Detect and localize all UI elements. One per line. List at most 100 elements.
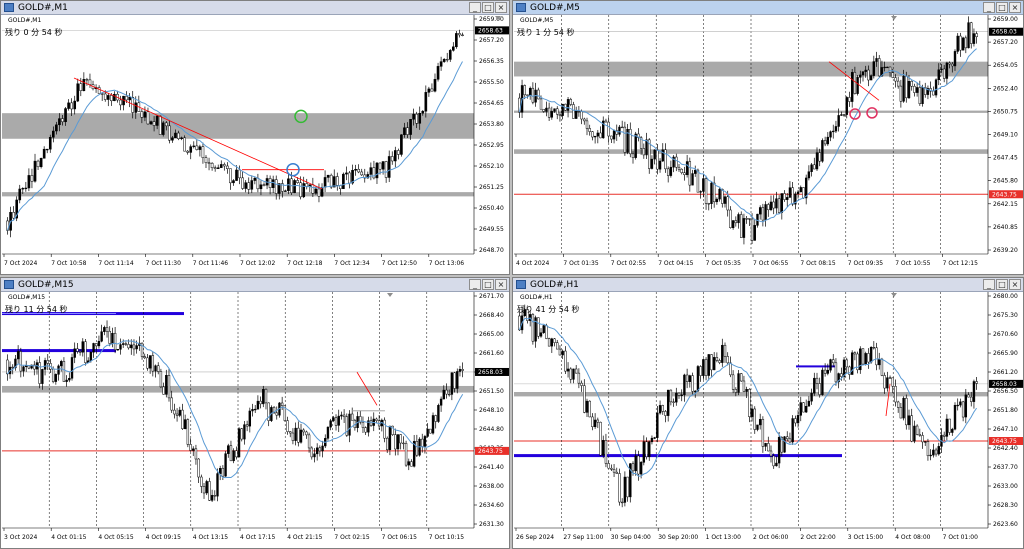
- window-titlebar[interactable]: GOLD#,M5 _ □ ×: [513, 1, 1023, 15]
- symbol-label: GOLD#,M15: [8, 294, 46, 301]
- candlestick: [672, 398, 675, 407]
- candle-body: [274, 179, 278, 194]
- time-axis-label: 7 Oct 11:46: [193, 260, 228, 267]
- window-title: GOLD#,M1: [18, 3, 68, 13]
- chart-shift-icon[interactable]: [495, 16, 501, 20]
- price-axis-label: 2650.75: [993, 108, 1018, 115]
- price-axis-label: 2657.20: [993, 39, 1018, 46]
- candlestick: [393, 146, 397, 168]
- restore-button[interactable]: □: [996, 2, 1008, 13]
- window-titlebar[interactable]: GOLD#,H1 _ □ ×: [513, 278, 1023, 292]
- candlestick: [531, 313, 535, 345]
- candlestick: [369, 416, 373, 427]
- candlestick: [702, 358, 705, 380]
- price-chart-svg[interactable]: 2659.002657.202656.352655.502654.652653.…: [2, 15, 510, 274]
- minimize-button[interactable]: _: [469, 2, 481, 13]
- candlestick: [291, 428, 295, 445]
- candle-body: [556, 342, 559, 350]
- candlestick: [70, 353, 74, 381]
- window-titlebar[interactable]: GOLD#,M15 _ □ ×: [1, 278, 509, 292]
- price-chart-svg[interactable]: 2680.00 2675.30 2670.60 2665.90 2661.20 2656.…: [514, 292, 1024, 548]
- candlestick: [119, 338, 122, 355]
- candlestick: [574, 365, 578, 374]
- candle-body: [742, 218, 746, 238]
- chart-window-m1[interactable]: GOLD#,M1 _ □ × 2659.00 2657.20 2656.35 2655…: [0, 0, 510, 275]
- close-button[interactable]: ×: [1009, 279, 1021, 290]
- candlestick: [201, 142, 205, 164]
- chart-shift-icon[interactable]: [387, 293, 393, 297]
- chart-plot-area[interactable]: 2680.00 2675.30 2670.60 2665.90 2661.20 2656.…: [514, 292, 1024, 548]
- candle-body: [869, 75, 873, 81]
- restore-button[interactable]: □: [482, 2, 494, 13]
- window-title: GOLD#,M15: [18, 280, 74, 290]
- candle-body: [799, 187, 802, 193]
- price-chart-svg[interactable]: 2671.702668.402665.002661.602654.902651.…: [2, 292, 510, 548]
- window-titlebar[interactable]: GOLD#,M1 _ □ ×: [1, 1, 509, 15]
- chart-window-m15[interactable]: GOLD#,M15 _ □ × 2671.70 2668.40 2665.00 266…: [0, 277, 510, 549]
- candle-body: [329, 174, 333, 188]
- chart-shift-icon[interactable]: [891, 293, 897, 297]
- candle-body: [777, 437, 781, 464]
- candle-body: [637, 455, 640, 475]
- minimize-button[interactable]: _: [983, 279, 995, 290]
- candlestick: [178, 406, 181, 418]
- restore-button[interactable]: □: [482, 279, 494, 290]
- chart-plot-area[interactable]: 2659.00 2657.20 2656.35 2655.50 2654.65 2653.…: [2, 15, 510, 274]
- candle-body: [381, 161, 385, 170]
- candlestick: [799, 185, 802, 193]
- candlestick: [267, 402, 270, 427]
- chart-window-h1[interactable]: GOLD#,H1 _ □ × 2680.00 2675.30 2670.60 2665…: [512, 277, 1024, 549]
- chart-shift-icon[interactable]: [891, 16, 897, 20]
- chart-window-m5[interactable]: GOLD#,M5 _ □ × 2659.00 2657.20 2654.05 2652…: [512, 0, 1024, 275]
- candle-body: [409, 119, 412, 135]
- close-button[interactable]: ×: [495, 2, 507, 13]
- time-axis-label: 7 Oct 12:50: [382, 260, 417, 267]
- candle-body: [669, 389, 673, 403]
- chart-plot-area[interactable]: 2659.00 2657.20 2654.05 2652.40 2650.75 2649.…: [514, 15, 1024, 274]
- candlestick: [195, 139, 199, 151]
- minimize-button[interactable]: _: [469, 279, 481, 290]
- candle-body: [631, 153, 635, 158]
- candlestick: [769, 195, 773, 212]
- candle-body: [918, 434, 922, 436]
- candlestick: [106, 93, 110, 107]
- candle-body: [134, 102, 138, 113]
- restore-button[interactable]: □: [996, 279, 1008, 290]
- candlestick: [658, 158, 662, 173]
- candlestick: [704, 175, 708, 210]
- candlestick: [823, 363, 827, 377]
- candle-body: [850, 72, 854, 102]
- candlestick: [926, 85, 930, 100]
- candlestick: [445, 52, 449, 63]
- candle-body: [818, 383, 821, 395]
- minimize-button[interactable]: _: [983, 2, 995, 13]
- candle-body: [677, 166, 681, 170]
- candlestick: [788, 181, 792, 198]
- candlestick: [712, 352, 716, 371]
- candle-body: [959, 401, 962, 406]
- candlestick: [323, 170, 327, 193]
- candlestick: [972, 28, 976, 47]
- close-button[interactable]: ×: [495, 279, 507, 290]
- candlestick: [30, 168, 34, 189]
- candle-body: [106, 95, 110, 100]
- close-button[interactable]: ×: [1009, 2, 1021, 13]
- chart-plot-area[interactable]: 2671.702668.402665.002661.602654.902651.…: [2, 292, 510, 548]
- candlestick: [607, 117, 610, 143]
- candlestick: [289, 431, 292, 438]
- candle-body: [30, 175, 34, 182]
- candle-body: [896, 401, 900, 408]
- candle-body: [886, 377, 889, 389]
- candlestick: [683, 166, 686, 181]
- price-chart-svg[interactable]: 2659.00 2657.20 2654.05 2652.40 2650.75 2649.…: [514, 15, 1024, 274]
- candlestick: [60, 359, 63, 372]
- candle-body: [924, 441, 927, 443]
- candle-body: [235, 450, 238, 458]
- candle-body: [591, 416, 594, 428]
- candlestick: [390, 151, 394, 165]
- candle-body: [921, 87, 924, 104]
- candlestick: [91, 80, 95, 91]
- candlestick: [748, 218, 751, 226]
- candle-body: [305, 431, 308, 436]
- candlestick: [745, 215, 748, 224]
